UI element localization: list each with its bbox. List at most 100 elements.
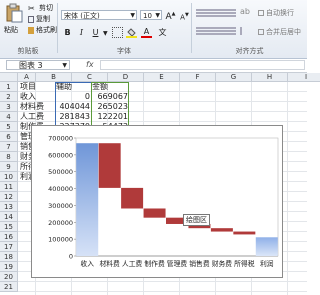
row-header[interactable]: 20 [0,272,18,282]
align-center-lines-icon[interactable] [196,27,236,29]
row-header[interactable]: 3 [0,102,18,112]
column-header[interactable]: A [18,73,36,82]
row-header[interactable]: 6 [0,132,18,142]
cell-item[interactable]: 人工费 [20,112,44,122]
row-header[interactable]: 2 [0,92,18,102]
x-tick-label: 收入 [80,259,94,268]
column-header[interactable]: H [252,73,288,82]
column-header[interactable]: D [108,73,144,82]
x-tick-label: 材料费 [99,259,120,268]
column-header[interactable]: G [216,73,252,82]
scissors-icon: ✂ [28,3,35,13]
bar [210,228,233,232]
font-family-value: 宋体 (正文) [64,12,100,20]
y-tick-label: 0 [69,253,73,261]
row-header[interactable]: 17 [0,242,18,252]
chevron-down-icon: ▼ [155,12,160,19]
underline-button[interactable]: U [90,27,101,38]
column-header[interactable]: E [144,73,180,82]
formula-input[interactable] [100,60,305,70]
indent-icon[interactable] [240,27,252,35]
row-header[interactable]: 12 [0,192,18,202]
phonetic-button[interactable]: 文 [157,27,168,38]
font-size-select[interactable]: 10 ▼ [140,10,162,20]
clipboard-group-label: 剪贴板 [17,47,39,55]
waterfall-chart: 0 100000 200000 300000 400000 500000 600000 700… [48,135,279,268]
grow-font-button[interactable]: A▲ [165,9,176,22]
x-tick-label: 利润 [260,259,274,268]
alignment-group-label: 对齐方式 [235,47,264,55]
row-header[interactable]: 13 [0,202,18,212]
chevron-down-icon: ▼ [62,62,67,69]
plot-area-tooltip: 绘图区 [183,214,210,226]
row-header[interactable]: 14 [0,212,18,222]
italic-button[interactable]: I [76,27,87,38]
row-header[interactable]: 10 [0,172,18,182]
bar [121,187,144,209]
row-header[interactable]: 8 [0,152,18,162]
font-size-value: 10 [143,12,152,20]
name-box-value: 图表 3 [19,61,43,70]
format-painter-button[interactable]: 格式刷 [28,25,57,35]
chevron-down-icon: ▼ [130,12,135,19]
y-tick-label: 500000 [48,168,73,176]
border-button[interactable] [112,27,123,38]
bold-button[interactable]: B [62,27,73,38]
cell-item[interactable]: 材料费 [20,102,44,112]
wrap-text-button[interactable]: 自动换行 [258,8,294,18]
column-header[interactable]: F [180,73,216,82]
font-color-swatch [141,36,152,38]
merge-center-label: 合并后居中 [266,28,301,36]
x-tick-label: 所得税 [234,259,255,268]
fill-bucket-icon [126,28,137,38]
row-header[interactable]: 5 [0,122,18,132]
y-tick-label: 400000 [48,185,73,193]
y-tick-label: 200000 [48,219,73,227]
row-header[interactable]: 11 [0,182,18,192]
shrink-font-button[interactable]: A▼ [179,10,190,21]
row-header[interactable]: 4 [0,112,18,122]
header-item[interactable]: 项目 [20,82,36,92]
row-header[interactable]: 9 [0,162,18,172]
y-tick-label: 300000 [48,202,73,210]
merge-center-button[interactable]: 合并后居中 [258,27,301,37]
row-header[interactable]: 15 [0,222,18,232]
font-family-select[interactable]: 宋体 (正文) ▼ [61,10,137,20]
chevron-down-icon[interactable]: ▼ [103,30,108,37]
row-header[interactable]: 7 [0,142,18,152]
row-header[interactable]: 21 [0,282,18,292]
format-painter-label: 格式刷 [36,26,57,34]
paste-label: 粘贴 [4,26,18,34]
y-tick-label: 600000 [48,151,73,159]
ribbon: 粘贴 ✂ 剪切 复制 格式刷 剪贴板 宋体 (正文) ▼ 10 ▼ A▲ A▼ B… [0,0,307,59]
row-header[interactable]: 19 [0,262,18,272]
column-header[interactable]: B [36,73,72,82]
copy-button[interactable]: 复制 [28,14,50,24]
cut-label: 剪切 [39,4,53,12]
bar [98,143,121,188]
chart-object[interactable]: 0 100000 200000 300000 400000 500000 600000 700… [31,125,283,278]
fill-color-button[interactable] [126,27,137,38]
copy-label: 复制 [36,15,50,23]
name-box[interactable]: 图表 3 ▼ [6,60,70,70]
align-top-lines-icon[interactable] [196,9,236,11]
x-tick-label: 销售费 [189,259,210,268]
row-header[interactable]: 1 [0,82,18,92]
row-header[interactable]: 16 [0,232,18,242]
select-all-corner[interactable] [0,73,18,82]
wrap-text-label: 自动换行 [266,9,294,17]
row-header[interactable]: 18 [0,252,18,262]
x-tick-label: 人工费 [122,259,143,268]
cut-button[interactable]: ✂ 剪切 [28,3,53,13]
font-color-button[interactable]: A [141,26,152,38]
column-header[interactable]: C [72,73,108,82]
formula-bar: 图表 3 ▼ fx [0,59,307,73]
font-color-letter: A [143,27,150,36]
orientation-icon[interactable]: ab [240,7,252,17]
column-header[interactable]: I [288,73,320,82]
fx-button[interactable]: fx [86,60,94,69]
copy-icon [28,15,34,23]
cell-item[interactable]: 收入 [20,92,36,102]
paste-button[interactable]: 粘贴 [3,3,25,35]
brush-icon [28,26,34,34]
